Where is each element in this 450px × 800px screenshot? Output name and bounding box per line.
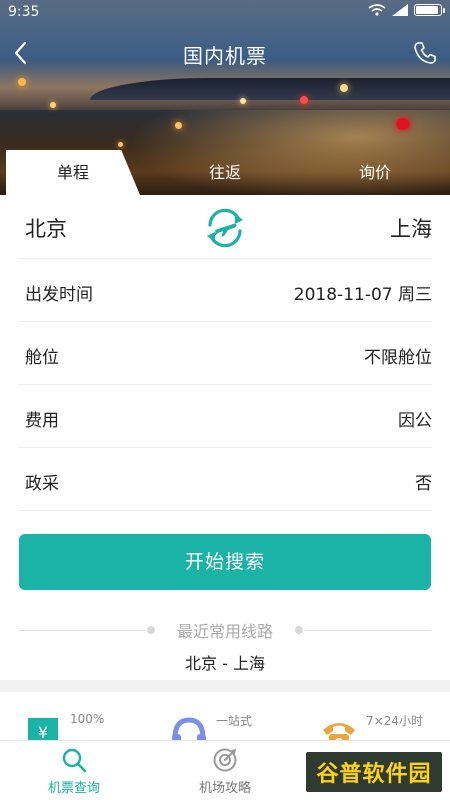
feature-24h: 7×24小时 [320, 706, 440, 742]
cabin-class-label: 舱位 [25, 348, 59, 368]
expense-type-row[interactable]: 费用 因公 [18, 385, 432, 448]
search-form: 北京 上海 出发时间 2018-11-07 周三 舱位 不限舱位 费用 因公 政… [0, 195, 450, 511]
start-search-button[interactable]: 开始搜索 [19, 534, 431, 590]
nav-airport-guide[interactable]: 机场攻略 [165, 747, 285, 796]
page-title: 国内机票 [183, 44, 267, 68]
swap-cities-icon[interactable] [202, 205, 248, 251]
phone-icon[interactable] [412, 40, 438, 66]
city-light [18, 78, 26, 86]
compass-icon [213, 748, 237, 772]
status-icons [368, 4, 445, 16]
tab-one-way[interactable]: 单程 [6, 150, 140, 195]
watermark-logo: 谷普软件园 [306, 752, 442, 792]
expense-type-label: 费用 [25, 411, 59, 431]
features-strip: ¥ 100% 一站式 7×24小时 [0, 692, 450, 742]
telephone-icon [323, 723, 355, 742]
city-light [50, 102, 56, 108]
government-procurement-row[interactable]: 政采 否 [18, 448, 432, 511]
status-bar: 9:35 [0, 0, 450, 26]
nav-flight-search-label: 机票查询 [47, 781, 100, 796]
status-time: 9:35 [8, 4, 40, 20]
cabin-class-row[interactable]: 舱位 不限舱位 [18, 322, 432, 385]
recent-routes-header: 最近常用线路 [19, 618, 431, 642]
feature-one-stop: 一站式 [170, 706, 290, 742]
departure-date-value: 2018-11-07 周三 [293, 285, 432, 305]
city-light [300, 96, 308, 104]
recent-route-item[interactable]: 北京 - 上海 [0, 650, 450, 674]
nav-airport-guide-label: 机场攻略 [198, 781, 251, 796]
arrival-city[interactable]: 上海 [390, 213, 432, 243]
trip-type-tabs: 单程 往返 询价 [0, 150, 450, 195]
departure-date-row[interactable]: 出发时间 2018-11-07 周三 [18, 259, 432, 322]
divider-line [305, 630, 431, 631]
tab-round-trip[interactable]: 往返 [165, 150, 285, 195]
feature-guarantee: ¥ 100% [24, 706, 144, 742]
nav-flight-search[interactable]: 机票查询 [14, 747, 134, 796]
yuan-shield-icon: ¥ [28, 718, 58, 742]
government-procurement-value: 否 [415, 474, 432, 494]
city-light [340, 84, 348, 92]
signal-icon [392, 4, 408, 16]
headset-icon [172, 717, 206, 742]
departure-city[interactable]: 北京 [25, 213, 67, 243]
search-icon [62, 748, 87, 773]
city-light [240, 98, 246, 104]
battery-icon [414, 4, 445, 16]
city-light [396, 118, 410, 130]
expense-type-value: 因公 [398, 411, 432, 431]
government-procurement-label: 政采 [25, 474, 59, 494]
divider-dot [295, 626, 303, 634]
watermark-text: 谷普软件园 [316, 762, 432, 787]
section-divider [0, 680, 450, 692]
route-row: 北京 上海 [18, 195, 432, 259]
wifi-icon [368, 4, 386, 16]
city-light [118, 142, 123, 147]
departure-date-label: 出发时间 [25, 285, 93, 305]
nav-bar: 国内机票 [0, 30, 450, 76]
tab-inquiry[interactable]: 询价 [315, 150, 435, 195]
feature-one-stop-text: 一站式 [216, 714, 253, 728]
feature-24h-text: 7×24小时 [366, 714, 423, 728]
terminal-silhouette [90, 78, 450, 100]
feature-guarantee-text: 100% [70, 712, 105, 726]
city-light [175, 122, 182, 129]
cabin-class-value: 不限舱位 [364, 348, 432, 368]
